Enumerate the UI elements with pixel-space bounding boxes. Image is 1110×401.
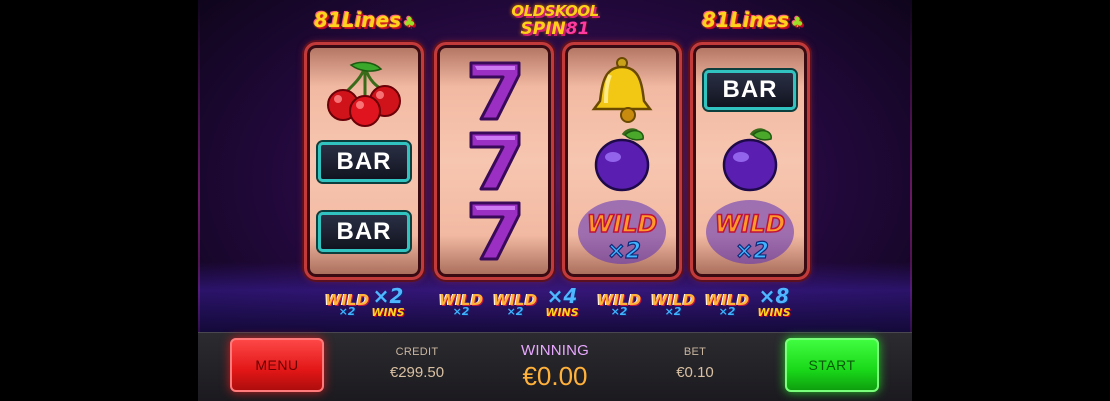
combo-multiplier: ×2 [372,284,404,308]
svg-text:×2: ×2 [607,239,641,264]
start-button-label: START [808,357,856,373]
seven-symbol [437,125,551,195]
logo-line-1: OLDSKOOL [511,2,599,20]
winning-value: €0.00 [522,361,588,391]
bar-plate: BAR [704,70,796,110]
combo-multiplier: ×4 [546,284,578,308]
bell-icon [591,57,653,123]
winning-display: WINNING €0.00 [494,342,616,392]
combo-wins-label: WINS [545,306,579,319]
wild-mini-icon: WILD ×2 [704,290,750,318]
winning-label: WINNING [520,342,590,359]
svg-text:×2: ×2 [735,239,769,264]
credit-display: CREDIT €299.50 [362,346,472,381]
svg-text:WILD: WILD [715,210,786,238]
wild-combo-3-payout: ×8 WINS [750,286,798,319]
bell-symbol [565,55,679,125]
cherry-icon [327,61,401,127]
bar-plate: BAR [318,212,410,252]
logo-word-spin: SPIN [520,19,566,39]
plum-symbol [565,125,679,195]
plum-icon [594,128,650,192]
reel-2 [434,42,554,280]
wild-x2-icon: WILD ×2 [706,200,794,265]
seven-icon [469,61,521,121]
reel-3: WILD ×2 [562,42,682,280]
bar-plate: BAR [318,142,410,182]
svg-text:WILD: WILD [587,210,658,238]
wild-combo-1-payout: ×2 WINS [364,286,412,319]
reel-1: BAR BAR [304,42,424,280]
wild-mini-icon: WILD ×2 [438,290,484,318]
seven-symbol [437,55,551,125]
wild-mini-icon: WILD ×2 [596,290,642,318]
seven-symbol [437,195,551,265]
combo-wins-label: WINS [371,306,405,319]
wild-symbol: WILD ×2 [693,195,807,265]
seven-icon [469,201,521,261]
lines-badge-left: 81Lines ♣ [314,8,416,32]
plum-symbol [693,125,807,195]
plum-icon [722,128,778,192]
wild-combo-2-payout: ×4 WINS [538,286,586,319]
cherry-symbol [307,59,421,129]
wild-mini-icon: WILD ×2 [492,290,538,318]
bar-symbol: BAR [693,55,807,125]
bar-symbol: BAR [307,127,421,197]
game-logo: OLDSKOOL SPIN81 [510,2,600,46]
bet-display[interactable]: BET €0.10 [640,346,750,381]
logo-line-2: SPIN81 [510,20,600,38]
wild-x2-icon: WILD ×2 [578,200,666,265]
wild-multiplier-legend: WILD ×2 ×2 WINS WILD ×2 WILD ×2 ×4 WINS WIL… [0,284,1110,328]
wild-symbol: WILD ×2 [565,195,679,265]
lines-badge-right: 81Lines ♣ [702,8,804,32]
bet-value[interactable]: €0.10 [640,364,750,381]
bar-symbol: BAR [307,197,421,267]
reel-4: BAR WILD ×2 [690,42,810,280]
logo-number: 81 [565,19,590,39]
lines-label: 81Lines [314,8,402,32]
wild-mini-icon: WILD ×2 [650,290,696,318]
lines-label: 81Lines [702,8,790,32]
clover-icon: ♣ [403,15,416,31]
menu-button[interactable]: MENU [230,338,324,392]
clover-icon: ♣ [791,15,804,31]
bet-label: BET [683,346,707,358]
combo-wins-label: WINS [757,306,791,319]
credit-label: CREDIT [395,346,439,358]
seven-icon [469,131,521,191]
start-button[interactable]: START [785,338,879,392]
combo-multiplier: ×8 [758,284,790,308]
credit-value: €299.50 [389,364,445,381]
menu-button-label: MENU [255,357,299,373]
